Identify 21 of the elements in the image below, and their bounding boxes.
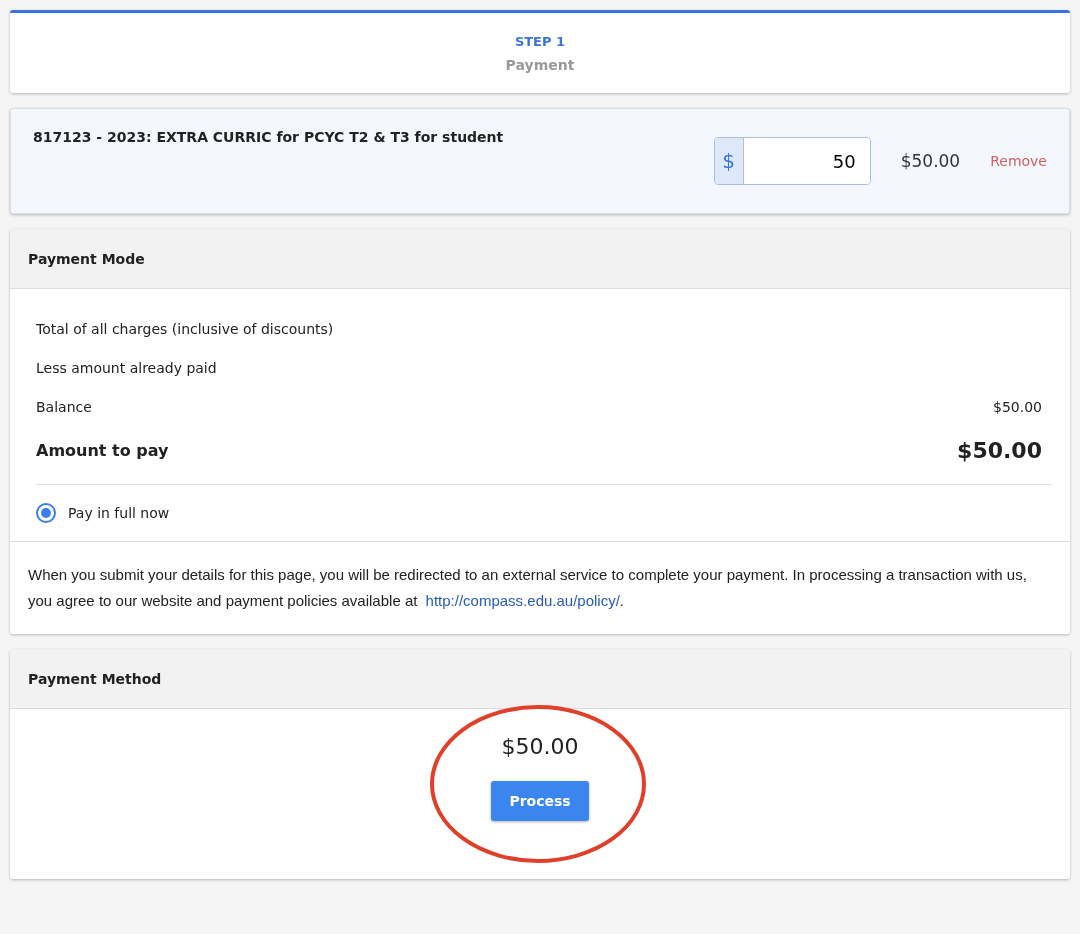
payment-amount: $50.00	[501, 734, 579, 759]
step-title: Payment	[505, 56, 575, 73]
process-button[interactable]: Process	[491, 781, 589, 821]
summary-label: Total of all charges (inclusive of discounts)	[36, 320, 334, 337]
charge-description: 817123 - 2023: EXTRA CURRIC for PCYC T2 & T3 for student	[33, 129, 505, 145]
amount-field[interactable]: $ 50	[713, 137, 871, 185]
policy-link[interactable]: http://compass.edu.au/policy/	[425, 592, 620, 609]
payment-notice: When you submit your details for this page, you will be redirected to an external service to complete your payment. In processing a transaction with us, you agree to our website and payment policies available at http://compass.edu.au/policy/.	[28, 565, 1028, 611]
radio-button[interactable]	[36, 503, 56, 523]
payment-option[interactable]: Pay in full now	[36, 503, 1052, 523]
currency-addon: $	[714, 138, 744, 184]
summary-label: Amount to pay	[36, 440, 169, 460]
step-number: STEP 1	[514, 33, 566, 49]
summary-label: Balance	[36, 398, 92, 415]
charge-total: $50.00	[900, 151, 961, 171]
summary-label: Less amount already paid	[36, 359, 217, 376]
summary-value: $50.00	[957, 437, 1042, 463]
summary-value: $50.00	[993, 398, 1042, 415]
panel-title: Payment Method	[28, 670, 162, 687]
remove-link[interactable]: Remove	[990, 153, 1047, 169]
panel-title: Payment Mode	[28, 250, 145, 267]
